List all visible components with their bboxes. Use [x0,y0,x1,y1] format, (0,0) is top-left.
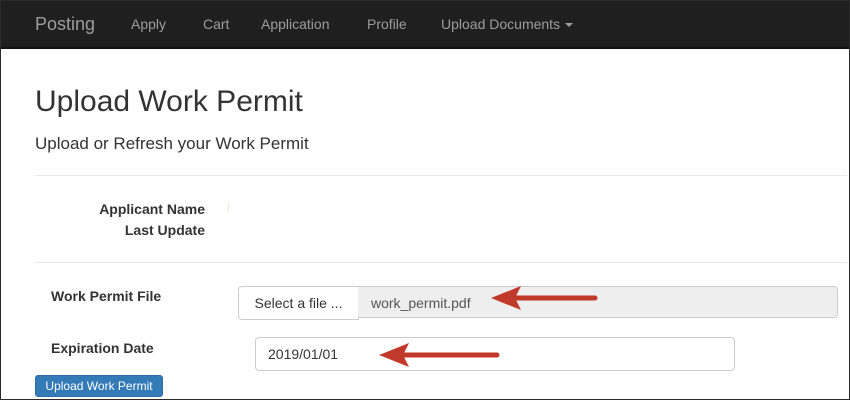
divider-top [35,175,847,176]
file-name-text: work_permit.pdf [371,295,471,311]
nav-dropdown-upload-documents[interactable]: Upload Documents [441,1,574,48]
window-frame: Posting Apply Cart Application Profile U… [0,0,850,400]
info-value-separator [228,203,229,211]
nav-brand-posting[interactable]: Posting [35,1,95,47]
caret-down-icon [565,23,574,28]
top-navbar: Posting Apply Cart Application Profile U… [1,1,849,49]
nav-item-apply[interactable]: Apply [131,1,166,48]
page-subtitle: Upload or Refresh your Work Permit [35,134,309,153]
applicant-name-label: Applicant Name [99,201,205,217]
red-arrow-icon [491,286,598,310]
divider-middle [35,262,847,263]
expiration-date-label: Expiration Date [51,340,154,356]
select-file-button[interactable]: Select a file ... [238,286,359,320]
work-permit-file-label: Work Permit File [51,288,162,304]
nav-item-cart[interactable]: Cart [203,1,229,48]
nav-item-application[interactable]: Application [261,1,330,48]
upload-work-permit-button[interactable]: Upload Work Permit [35,375,163,397]
nav-item-profile[interactable]: Profile [367,1,407,48]
red-arrow-icon [379,343,500,367]
page-title: Upload Work Permit [35,85,303,118]
last-update-label: Last Update [124,222,205,238]
nav-dropdown-label: Upload Documents [441,16,561,32]
